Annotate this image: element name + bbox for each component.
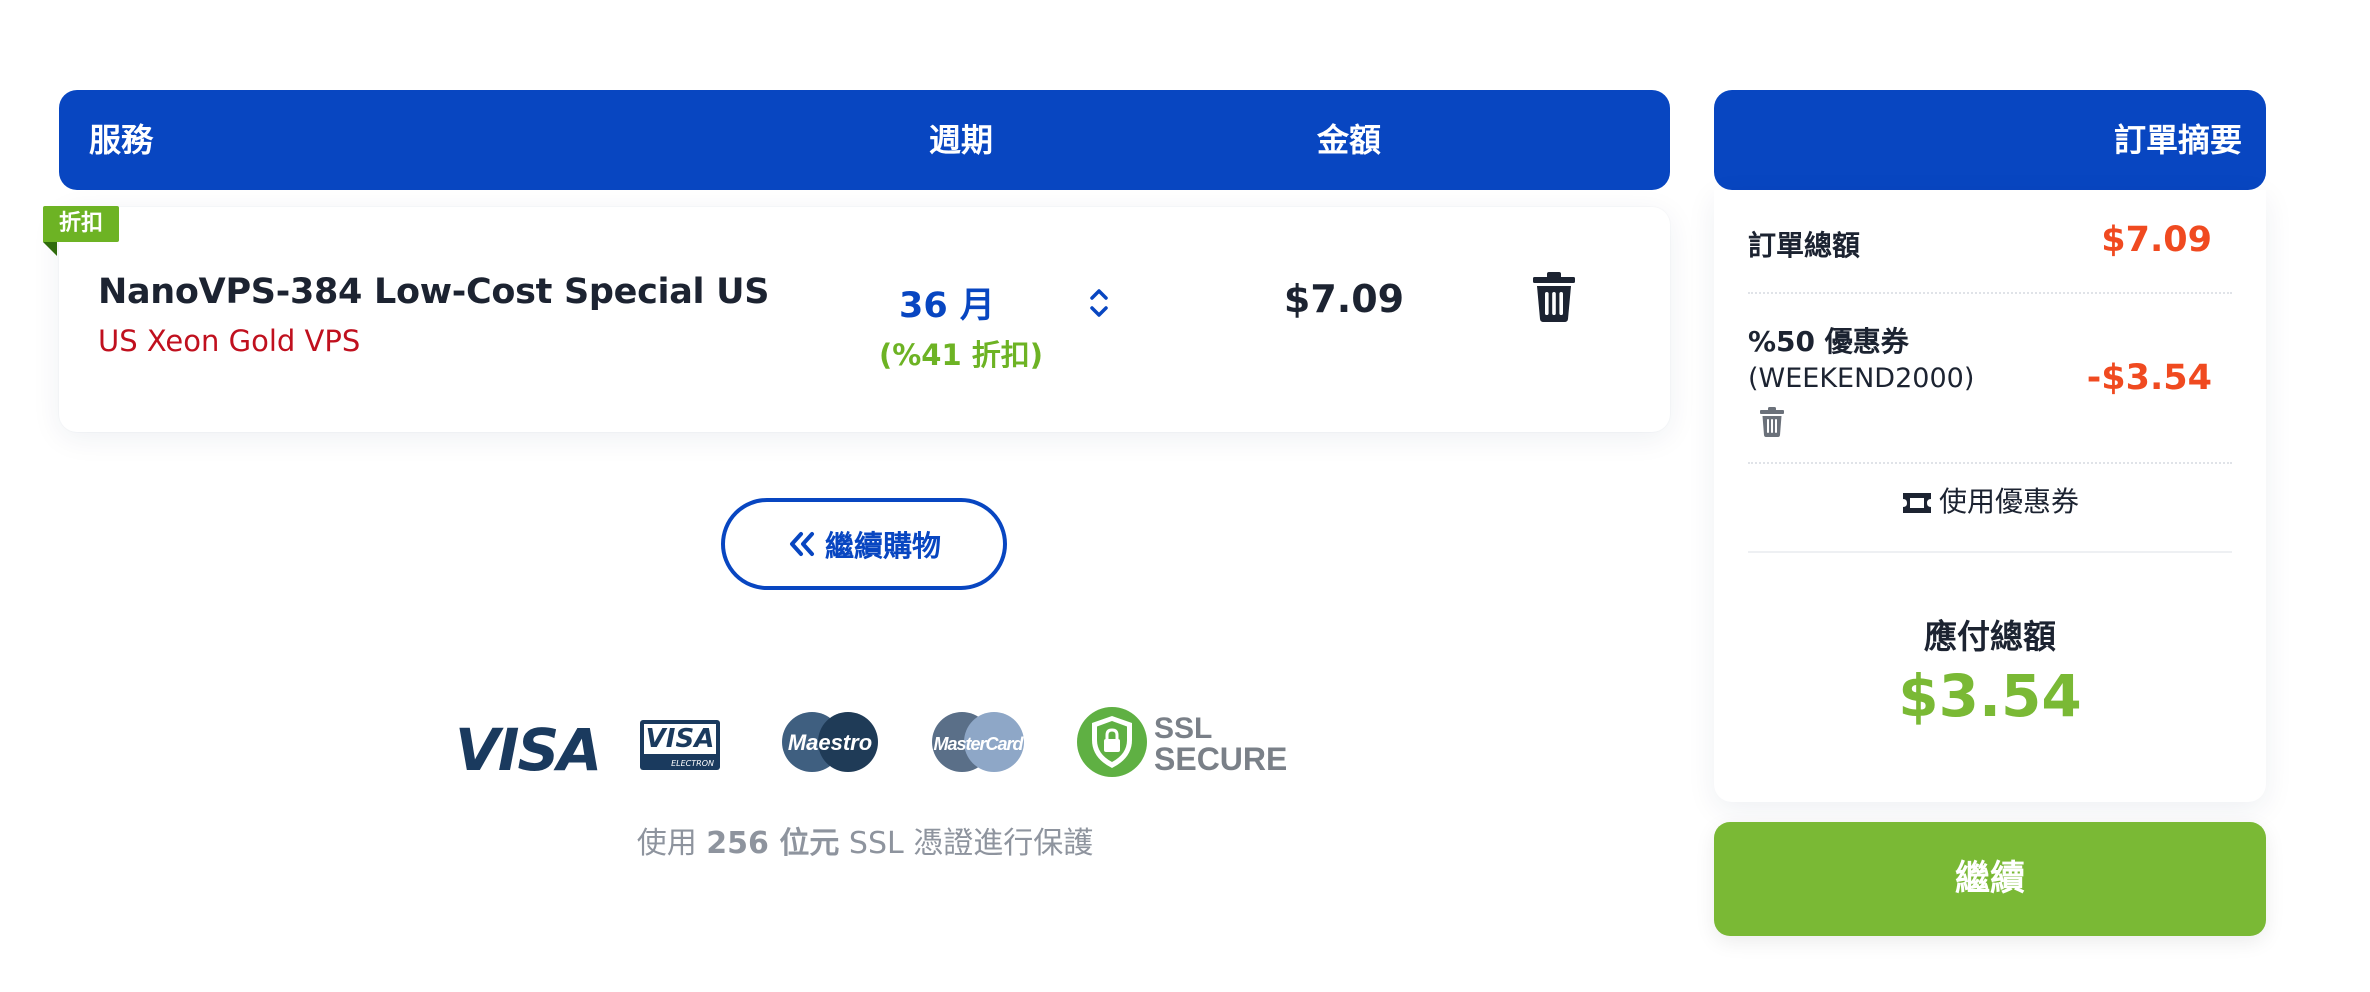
cart-item-row: 折扣 NanoVPS-384 Low-Cost Special US US Xe… [43, 206, 1670, 432]
mastercard-text: MasterCard [933, 734, 1024, 754]
payment-logos: VISA VISA ELECTRON Maestro MasterCard SS… [450, 700, 1300, 790]
ssl-secure-logo: SSL SECURE [1077, 707, 1286, 777]
secure-text: SECURE [1154, 741, 1286, 777]
coupon-discount-value: -$3.54 [2086, 358, 2212, 398]
checkout-button[interactable]: 繼續 [1714, 822, 2266, 936]
visa-logo: VISA [455, 716, 602, 784]
order-total-value: $7.09 [2101, 220, 2212, 260]
billing-cycle-value: 36 月 [899, 286, 995, 326]
summary-divider [1748, 462, 2232, 464]
order-total-label: 訂單總額 [1748, 229, 1861, 262]
order-summary-panel: 訂單總額 $7.09 %50 優惠券 (WEEKEND2000) -$3.54 … [1714, 190, 2266, 802]
order-summary-title: 訂單摘要 [2113, 121, 2242, 159]
header-amount: 金額 [1316, 121, 1381, 159]
order-summary-header: 訂單摘要 [1714, 90, 2266, 190]
continue-shopping-label: 繼續購物 [824, 529, 941, 563]
maestro-logo: Maestro [782, 712, 878, 772]
chevron-up-down-icon [1090, 289, 1108, 317]
product-subtitle: US Xeon Gold VPS [98, 324, 361, 358]
product-name: NanoVPS-384 Low-Cost Special US [98, 272, 770, 312]
coupon-label: %50 優惠券 [1748, 325, 1909, 358]
ssl-note-bits: 256 位元 [706, 826, 840, 861]
double-chevron-left-icon [789, 532, 814, 556]
ticket-icon [1902, 493, 1931, 513]
visa-electron-logo: VISA ELECTRON [640, 720, 720, 770]
use-coupon-link[interactable]: 使用優惠券 [1748, 480, 2232, 520]
ssl-protection-note: 使用 256 位元 SSL 憑證進行保護 [500, 818, 1230, 862]
ssl-note-suffix: SSL 憑證進行保護 [839, 826, 1094, 861]
visa-electron-text: VISA [644, 724, 716, 754]
remove-coupon-trash-icon[interactable] [1759, 407, 1785, 437]
maestro-text: Maestro [788, 730, 872, 755]
header-service: 服務 [89, 121, 154, 159]
ssl-note-prefix: 使用 [636, 826, 707, 861]
continue-shopping-button[interactable]: 繼續購物 [721, 498, 1007, 590]
payable-total-value: $3.54 [1898, 662, 2082, 730]
trash-icon[interactable] [1531, 272, 1577, 322]
cart-table-header: 服務 週期 金額 [59, 90, 1670, 190]
billing-cycle-select[interactable]: 36 月 [819, 267, 1119, 327]
visa-electron-subtext: ELECTRON [671, 759, 714, 768]
mastercard-logo: MasterCard [932, 712, 1026, 772]
coupon-code: (WEEKEND2000) [1748, 363, 1975, 394]
payable-total-label: 應付總額 [1924, 617, 2056, 656]
discount-badge: 折扣 [43, 206, 120, 256]
item-price: $7.09 [1283, 277, 1405, 321]
summary-divider [1748, 551, 2232, 553]
summary-divider [1748, 292, 2232, 294]
use-coupon-label: 使用優惠券 [1938, 485, 2079, 518]
header-cycle: 週期 [928, 121, 993, 159]
cycle-discount-text: (%41 折扣) [878, 338, 1044, 372]
